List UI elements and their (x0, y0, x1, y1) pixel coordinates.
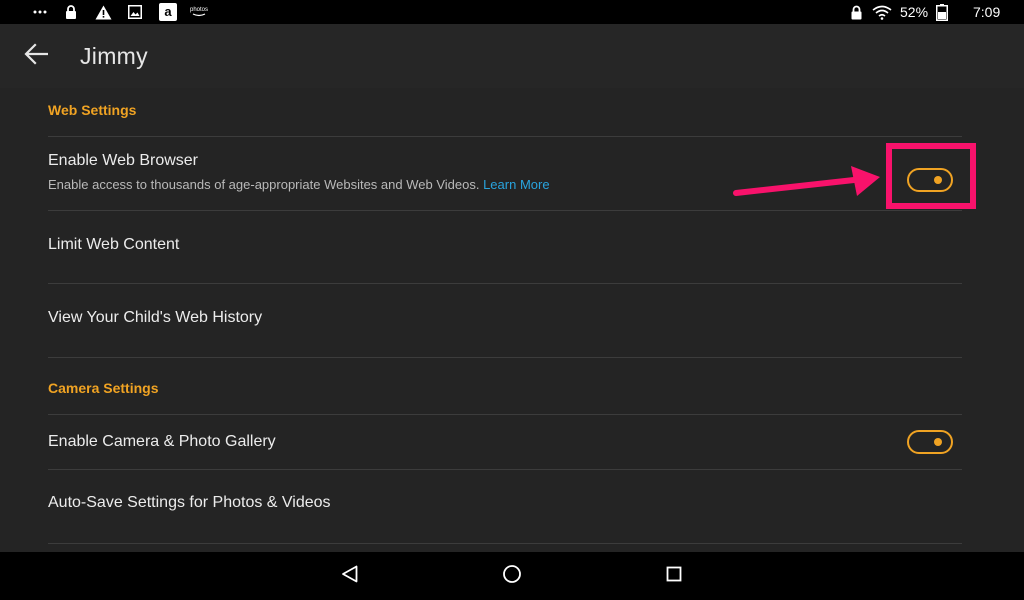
lock-icon (65, 0, 77, 24)
row-title: Enable Web Browser (48, 152, 198, 169)
divider (48, 357, 962, 358)
annotation-arrow-icon (733, 166, 880, 196)
warning-icon (95, 0, 112, 24)
app-bar: Jimmy (0, 24, 1024, 88)
auto-save-settings-row[interactable]: Auto-Save Settings for Photos & Videos (48, 470, 962, 543)
lock-icon (850, 0, 863, 24)
back-button[interactable] (18, 38, 54, 74)
status-bar: a photos 52% 7:09 (0, 0, 1024, 24)
settings-list: Web Settings Enable Web Browser Enable a… (0, 88, 1024, 552)
learn-more-link[interactable]: Learn More (483, 177, 549, 192)
row-title: Enable Camera & Photo Gallery (48, 433, 276, 450)
wifi-icon (872, 0, 892, 24)
back-triangle-icon (341, 565, 359, 588)
svg-text:a: a (164, 4, 172, 19)
page-title: Jimmy (80, 43, 148, 69)
enable-camera-row[interactable]: Enable Camera & Photo Gallery (48, 415, 962, 469)
enable-camera-toggle[interactable] (907, 430, 953, 454)
battery-percent: 52% (900, 4, 929, 20)
highlight-box (886, 143, 976, 209)
divider (48, 543, 962, 544)
home-circle-icon (502, 564, 522, 589)
section-header-web: Web Settings (48, 102, 137, 118)
more-dots-icon (33, 0, 47, 24)
amazon-icon: a (159, 0, 177, 24)
row-title: Limit Web Content (48, 236, 180, 253)
image-icon (128, 0, 142, 24)
recents-square-icon (666, 566, 682, 587)
row-description: Enable access to thousands of age-approp… (48, 177, 480, 192)
clock: 7:09 (973, 4, 1001, 20)
nav-recents-button[interactable] (654, 560, 694, 592)
navigation-bar (0, 552, 1024, 600)
arrow-left-icon (24, 42, 49, 70)
toggle-knob (934, 438, 942, 446)
row-title: Auto-Save Settings for Photos & Videos (48, 494, 331, 511)
nav-home-button[interactable] (492, 560, 532, 592)
photos-icon: photos (190, 0, 208, 24)
section-header-camera: Camera Settings (48, 380, 159, 396)
limit-web-content-row[interactable]: Limit Web Content (48, 211, 962, 283)
web-history-row[interactable]: View Your Child's Web History (48, 284, 962, 357)
battery-icon (936, 0, 948, 24)
row-title: View Your Child's Web History (48, 309, 263, 326)
row-subtitle: Enable access to thousands of age-approp… (48, 177, 550, 192)
nav-back-button[interactable] (330, 560, 370, 592)
